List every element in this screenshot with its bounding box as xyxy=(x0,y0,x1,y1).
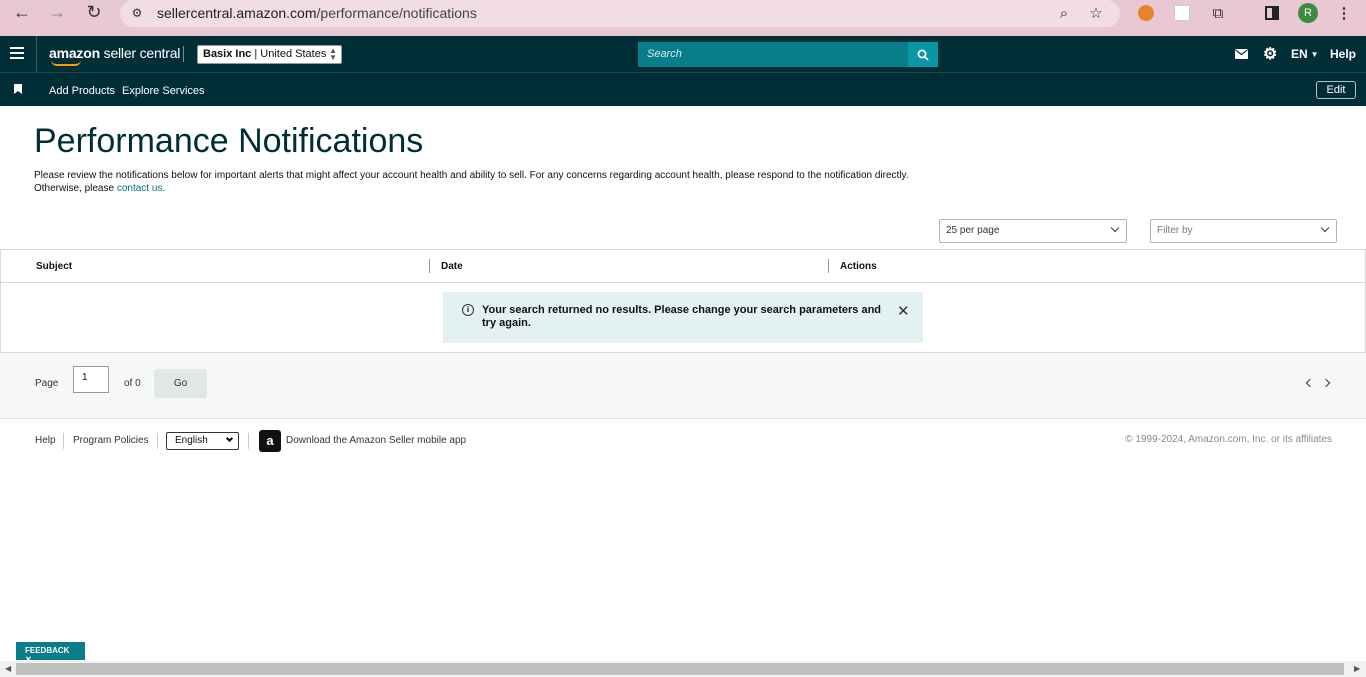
search-icon xyxy=(917,49,929,61)
per-page-select[interactable]: 25 per page xyxy=(939,219,1127,243)
chrome-menu-icon[interactable]: ⋮ xyxy=(1333,2,1355,24)
url-text[interactable]: sellercentral.amazon.com/performance/not… xyxy=(157,5,477,21)
side-panel-icon[interactable] xyxy=(1261,2,1283,24)
edit-bookmarks-button[interactable]: Edit xyxy=(1316,81,1356,99)
page-label: Page xyxy=(35,378,59,389)
contact-us-link[interactable]: contact us. xyxy=(117,183,165,194)
logo-divider xyxy=(183,46,184,62)
amazon-seller-app-icon[interactable]: a xyxy=(259,430,281,452)
extensions-puzzle-icon[interactable]: ⧉ xyxy=(1207,2,1229,24)
previous-page-icon[interactable] xyxy=(1305,378,1315,388)
help-link[interactable]: Help xyxy=(1330,36,1356,72)
pagination-bar: Page 1 of 0 Go xyxy=(0,353,1366,419)
chevron-down-icon xyxy=(225,434,234,443)
download-app-link[interactable]: Download the Amazon Seller mobile app xyxy=(286,435,466,446)
column-divider xyxy=(828,259,829,273)
column-date[interactable]: Date xyxy=(441,261,463,272)
seller-central-logo[interactable]: amazon seller central xyxy=(49,45,180,66)
subnav-explore-services[interactable]: Explore Services xyxy=(122,85,205,97)
header-divider xyxy=(36,36,37,72)
footer-divider xyxy=(248,433,249,449)
column-divider xyxy=(429,259,430,273)
page-number-input[interactable]: 1 xyxy=(73,366,109,393)
profile-avatar[interactable]: R xyxy=(1297,2,1319,24)
extension-icon[interactable] xyxy=(1135,2,1157,24)
settings-gear-icon[interactable]: ⚙ xyxy=(1263,36,1277,72)
footer-divider xyxy=(63,433,64,449)
next-page-icon[interactable] xyxy=(1321,378,1331,388)
table-header: Subject Date Actions xyxy=(1,250,1365,283)
forward-icon[interactable]: → xyxy=(43,0,71,24)
mail-icon[interactable] xyxy=(1235,36,1248,72)
scroll-right-icon[interactable]: ▶ xyxy=(1354,664,1360,673)
scroll-left-icon[interactable]: ◀ xyxy=(5,664,11,673)
account-selector[interactable]: Basix Inc | United States ▲ ▼ xyxy=(197,45,342,64)
close-icon[interactable]: ✕ xyxy=(897,302,910,320)
info-icon: i xyxy=(462,304,474,316)
back-icon[interactable]: ← xyxy=(8,0,36,24)
chevron-down-icon xyxy=(1110,223,1120,233)
filter-by-select[interactable]: Filter by xyxy=(1150,219,1337,243)
column-actions: Actions xyxy=(840,261,877,272)
extension-2-icon[interactable] xyxy=(1171,2,1193,24)
scrollbar-thumb[interactable] xyxy=(16,663,1344,675)
search-button[interactable] xyxy=(908,42,938,67)
bookmark-star-icon[interactable]: ☆ xyxy=(1085,2,1107,24)
page-title: Performance Notifications xyxy=(34,122,424,160)
zoom-icon[interactable]: ⌕ xyxy=(1053,2,1075,24)
footer-language-select[interactable]: English xyxy=(166,432,239,450)
language-selector[interactable]: EN ▼ xyxy=(1291,36,1319,72)
reload-icon[interactable]: ↻ xyxy=(80,0,108,24)
page-description: Please review the notifications below fo… xyxy=(34,170,909,194)
footer-help-link[interactable]: Help xyxy=(35,435,56,446)
go-button[interactable]: Go xyxy=(154,369,207,398)
site-info-icon[interactable]: ⚙ xyxy=(126,2,148,24)
feedback-button[interactable]: FEEDBACK ✕ xyxy=(16,642,85,664)
alert-message: Your search returned no results. Please … xyxy=(482,304,882,329)
column-subject[interactable]: Subject xyxy=(36,261,72,272)
no-results-alert: i Your search returned no results. Pleas… xyxy=(443,292,923,343)
footer-divider xyxy=(157,433,158,449)
copyright-text: © 1999-2024, Amazon.com, Inc. or its aff… xyxy=(1125,434,1332,445)
subnav-add-products[interactable]: Add Products xyxy=(49,85,115,97)
search-input[interactable]: Search xyxy=(638,42,908,67)
page-total-label: of 0 xyxy=(124,378,141,389)
program-policies-link[interactable]: Program Policies xyxy=(73,435,149,446)
hamburger-menu-icon[interactable] xyxy=(10,47,24,59)
chevron-down-icon xyxy=(1320,223,1330,233)
